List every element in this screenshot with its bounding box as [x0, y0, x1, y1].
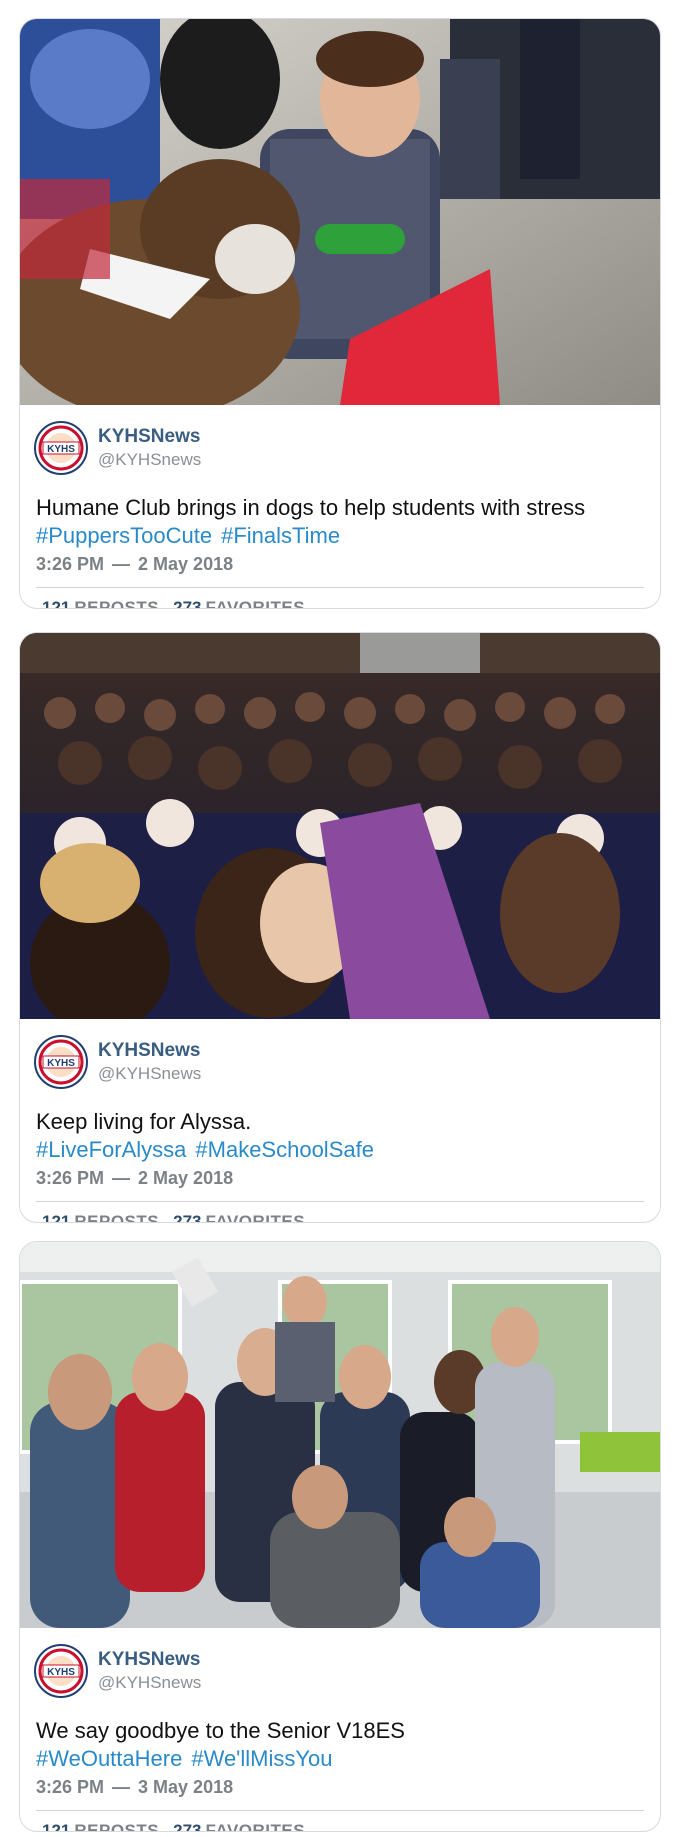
kyhs-logo-icon[interactable]: KYHS [34, 1035, 88, 1089]
hashtag-link[interactable]: #LiveForAlyssa [36, 1137, 186, 1162]
favorites-count[interactable]: 273 [173, 598, 201, 608]
post-timestamp[interactable]: 3:26 PM — 3 May 2018 [36, 1777, 233, 1798]
time-separator: — [112, 1777, 131, 1797]
author-name[interactable]: KYHSNews [98, 1040, 200, 1062]
hashtag-row: #WeOuttaHere #We'llMissYou [36, 1746, 342, 1772]
post-photo[interactable] [20, 19, 660, 405]
author-handle[interactable]: @KYHSnews [98, 1064, 201, 1084]
reposts-label[interactable]: REPOSTS [74, 1821, 159, 1831]
post-header: KYHS KYHSNews @KYHSnews [34, 421, 634, 479]
photo-senior-group [20, 1242, 660, 1628]
avatar-logo-text: KYHS [47, 444, 75, 455]
hashtag-row: #PuppersTooCute #FinalsTime [36, 523, 349, 549]
post-time: 3:26 PM [36, 554, 105, 574]
photo-dog-students [20, 19, 660, 405]
favorites-count[interactable]: 273 [173, 1821, 201, 1831]
post-date: 2 May 2018 [138, 554, 234, 574]
favorites-label[interactable]: FAVORITES [206, 1212, 306, 1222]
reposts-count[interactable]: 121 [42, 1821, 70, 1831]
post-date: 2 May 2018 [138, 1168, 234, 1188]
post-timestamp[interactable]: 3:26 PM — 2 May 2018 [36, 554, 233, 575]
reposts-label[interactable]: REPOSTS [74, 1212, 159, 1222]
post-text: We say goodbye to the Senior V18ES [36, 1718, 405, 1743]
reposts-label[interactable]: REPOSTS [74, 598, 159, 608]
kyhs-logo-icon[interactable]: KYHS [34, 421, 88, 475]
hashtag-link[interactable]: #We'llMissYou [191, 1746, 332, 1771]
reposts-count[interactable]: 121 [42, 1212, 70, 1222]
time-separator: — [112, 1168, 131, 1188]
author-handle[interactable]: @KYHSnews [98, 1673, 201, 1693]
post-text: Keep living for Alyssa. [36, 1109, 252, 1134]
hashtag-link[interactable]: #PuppersTooCute [36, 523, 212, 548]
favorites-label[interactable]: FAVORITES [206, 1821, 306, 1831]
post-card[interactable]: KYHS KYHSNews @KYHSnews Keep living for … [19, 632, 661, 1223]
post-stats: 121 REPOSTS 273 FAVORITES [42, 598, 319, 608]
avatar-logo-text: KYHS [47, 1667, 75, 1678]
post-stats: 121 REPOSTS 273 FAVORITES [42, 1212, 319, 1222]
hashtag-link[interactable]: #FinalsTime [221, 523, 340, 548]
post-photo[interactable] [20, 1242, 660, 1628]
avatar-logo-text: KYHS [47, 1058, 75, 1069]
post-date: 3 May 2018 [138, 1777, 234, 1797]
favorites-label[interactable]: FAVORITES [206, 598, 306, 608]
time-separator: — [112, 554, 131, 574]
reposts-count[interactable]: 121 [42, 598, 70, 608]
divider [36, 1810, 644, 1811]
post-photo[interactable] [20, 633, 660, 1019]
author-handle[interactable]: @KYHSnews [98, 450, 201, 470]
favorites-count[interactable]: 273 [173, 1212, 201, 1222]
post-header: KYHS KYHSNews @KYHSnews [34, 1035, 634, 1093]
author-name[interactable]: KYHSNews [98, 426, 200, 448]
post-stats: 121 REPOSTS 273 FAVORITES [42, 1821, 319, 1831]
kyhs-logo-icon[interactable]: KYHS [34, 1644, 88, 1698]
post-time: 3:26 PM [36, 1777, 105, 1797]
photo-auditorium-hearts [20, 633, 660, 1019]
hashtag-row: #LiveForAlyssa #MakeSchoolSafe [36, 1137, 383, 1163]
author-name[interactable]: KYHSNews [98, 1649, 200, 1671]
divider [36, 587, 644, 588]
post-text: Humane Club brings in dogs to help stude… [36, 495, 586, 520]
hashtag-link[interactable]: #WeOuttaHere [36, 1746, 182, 1771]
post-card[interactable]: KYHS KYHSNews @KYHSnews We say goodbye t… [19, 1241, 661, 1832]
post-time: 3:26 PM [36, 1168, 105, 1188]
hashtag-link[interactable]: #MakeSchoolSafe [195, 1137, 374, 1162]
divider [36, 1201, 644, 1202]
post-header: KYHS KYHSNews @KYHSnews [34, 1644, 634, 1702]
post-card[interactable]: KYHS KYHSNews @KYHSnews Humane Club brin… [19, 18, 661, 609]
post-timestamp[interactable]: 3:26 PM — 2 May 2018 [36, 1168, 233, 1189]
